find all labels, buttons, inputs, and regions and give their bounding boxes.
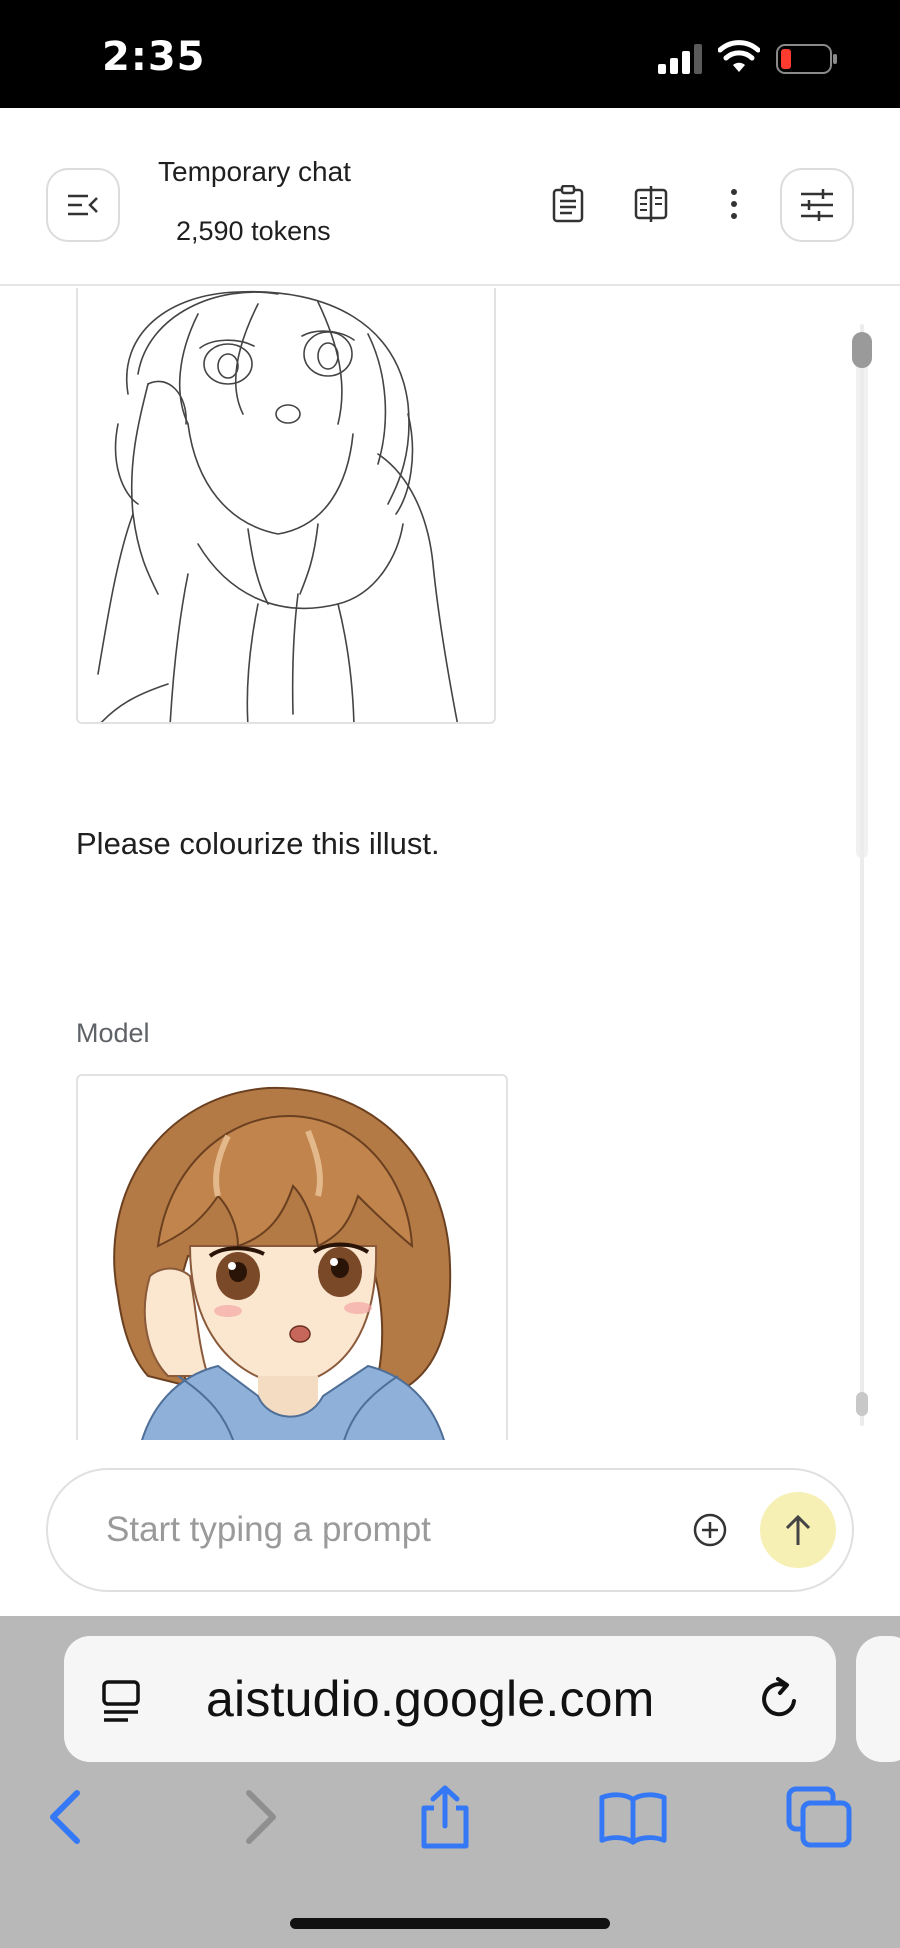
tune-icon	[801, 189, 833, 221]
wifi-icon	[718, 40, 760, 72]
add-circle-icon	[693, 1513, 727, 1547]
add-media-button[interactable]	[690, 1510, 730, 1550]
share-icon	[421, 1785, 469, 1849]
signal-icon	[658, 44, 702, 74]
run-settings-button[interactable]	[780, 168, 854, 242]
address-bar[interactable]: aistudio.google.com	[64, 1636, 836, 1762]
model-role-label: Model	[76, 1018, 150, 1048]
battery-icon	[776, 44, 837, 74]
back-button[interactable]	[30, 1782, 100, 1852]
scrollbar-thumb[interactable]	[852, 332, 872, 368]
status-time: 2:35	[102, 34, 206, 80]
chat-title: Temporary chat	[158, 156, 351, 187]
next-tab-peek[interactable]	[856, 1636, 900, 1762]
chat-area[interactable]: Please colourize this illust. Model	[0, 288, 900, 1440]
scrollbar-end[interactable]	[856, 1392, 868, 1416]
arrow-up-icon	[785, 1514, 811, 1545]
colorized-illustration	[113, 1086, 452, 1440]
menu-collapse-icon	[68, 194, 98, 216]
colorized-image[interactable]	[76, 1074, 508, 1440]
tabs-button[interactable]	[784, 1782, 854, 1852]
compare-button[interactable]	[631, 184, 671, 224]
user-message: Please colourize this illust.	[76, 826, 440, 861]
bookmarks-button[interactable]	[598, 1782, 668, 1852]
page-menu-icon[interactable]	[98, 1676, 146, 1724]
compare-icon	[634, 186, 668, 222]
chat-header: Temporary chat 2,590 tokens	[0, 108, 900, 286]
prompt-input[interactable]: Start typing a prompt	[106, 1510, 431, 1550]
prompt-area: Start typing a prompt	[0, 1440, 900, 1616]
more-vert-icon	[731, 189, 737, 219]
sketch-illustration	[97, 290, 459, 722]
forward-icon	[246, 1790, 276, 1844]
browser-toolbar: aistudio.google.com	[0, 1616, 900, 1948]
token-count: 2,590 tokens	[176, 216, 331, 246]
forward-button[interactable]	[226, 1782, 296, 1852]
clipboard-icon	[552, 185, 584, 223]
more-options-button[interactable]	[714, 184, 754, 224]
clipboard-button[interactable]	[548, 184, 588, 224]
scrollbar-track[interactable]	[860, 324, 864, 1426]
back-icon	[50, 1790, 80, 1844]
prompt-input-container[interactable]: Start typing a prompt	[46, 1468, 854, 1592]
sketch-image[interactable]	[76, 288, 496, 724]
home-indicator[interactable]	[290, 1918, 610, 1929]
menu-collapse-button[interactable]	[46, 168, 120, 242]
send-button[interactable]	[760, 1492, 836, 1568]
status-bar: 2:35	[0, 0, 900, 108]
reload-icon[interactable]	[754, 1674, 804, 1724]
tabs-icon	[786, 1786, 852, 1848]
share-button[interactable]	[410, 1782, 480, 1852]
url-text[interactable]: aistudio.google.com	[206, 1670, 655, 1728]
bookmarks-icon	[599, 1792, 667, 1845]
